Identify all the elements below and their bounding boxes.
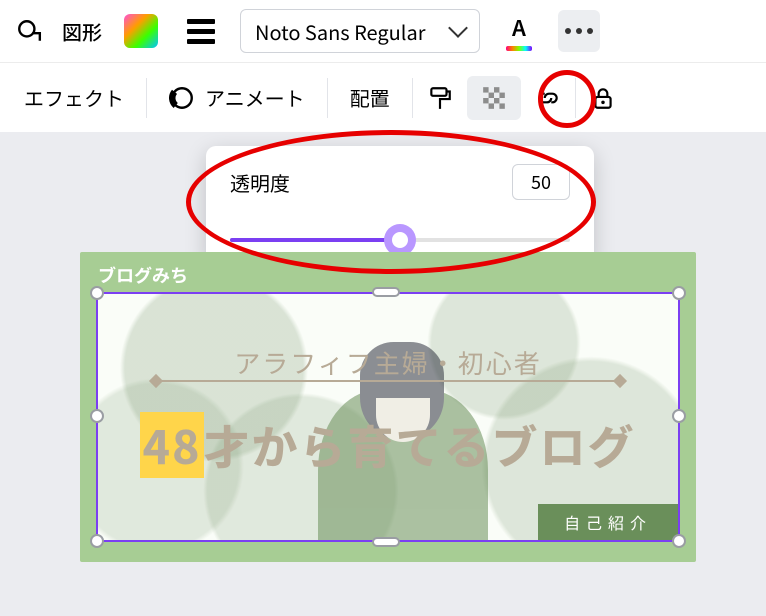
shape-icon [16, 18, 42, 44]
transparency-button[interactable] [467, 76, 521, 120]
transparency-icon [481, 85, 507, 111]
ellipsis-icon [565, 28, 593, 34]
design-canvas[interactable]: ブログみち アラフィフ主婦・初心者 48才から育てるブログ 自己紹介 [80, 252, 696, 562]
transparency-popover: 透明度 50 [206, 146, 594, 264]
transparency-value-text: 50 [531, 169, 551, 195]
text-color-icon: A [506, 11, 532, 51]
animate-label: アニメート [205, 83, 305, 112]
transparency-slider[interactable] [230, 228, 570, 252]
animate-icon [169, 85, 195, 111]
effects-label: エフェクト [24, 83, 124, 112]
animate-button[interactable]: アニメート [147, 63, 327, 133]
text-color-button[interactable]: A [498, 10, 540, 52]
site-title-text: ブログみち [98, 262, 188, 288]
shape-tool-button[interactable] [8, 10, 50, 52]
main-title-highlight: 48 [140, 412, 203, 478]
subtitle-text: アラフィフ主婦・初心者 [98, 344, 678, 381]
link-icon [535, 85, 561, 111]
toolbar-top: 図形 Noto Sans Regular A [0, 0, 766, 62]
font-family-value: Noto Sans Regular [255, 17, 425, 46]
lock-icon [590, 85, 616, 111]
font-family-dropdown[interactable]: Noto Sans Regular [240, 9, 480, 53]
decorative-rule [156, 380, 620, 382]
more-options-button[interactable] [558, 10, 600, 52]
fill-color-button[interactable] [120, 10, 162, 52]
transparency-label: 透明度 [230, 168, 290, 197]
toolbar-second: エフェクト アニメート 配置 [0, 62, 766, 132]
main-title-rest: 才から育てるブログ [204, 412, 636, 478]
paint-roller-icon [427, 85, 453, 111]
cta-badge: 自己紹介 [538, 504, 678, 540]
link-button[interactable] [521, 63, 575, 133]
line-weight-icon [187, 19, 215, 44]
effects-button[interactable]: エフェクト [2, 63, 146, 133]
slider-fill [230, 238, 400, 242]
transparency-value-input[interactable]: 50 [512, 164, 570, 200]
line-style-button[interactable] [180, 10, 222, 52]
rainbow-swatch-icon [124, 14, 158, 48]
style-copy-button[interactable] [413, 63, 467, 133]
position-button[interactable]: 配置 [328, 63, 412, 133]
main-title-text: 48才から育てるブログ [98, 412, 678, 478]
shape-tool-label: 図形 [62, 17, 102, 46]
chevron-down-icon [448, 18, 468, 38]
selected-graphic[interactable]: アラフィフ主婦・初心者 48才から育てるブログ 自己紹介 [98, 294, 678, 540]
lock-button[interactable] [576, 63, 630, 133]
position-label: 配置 [350, 83, 390, 112]
